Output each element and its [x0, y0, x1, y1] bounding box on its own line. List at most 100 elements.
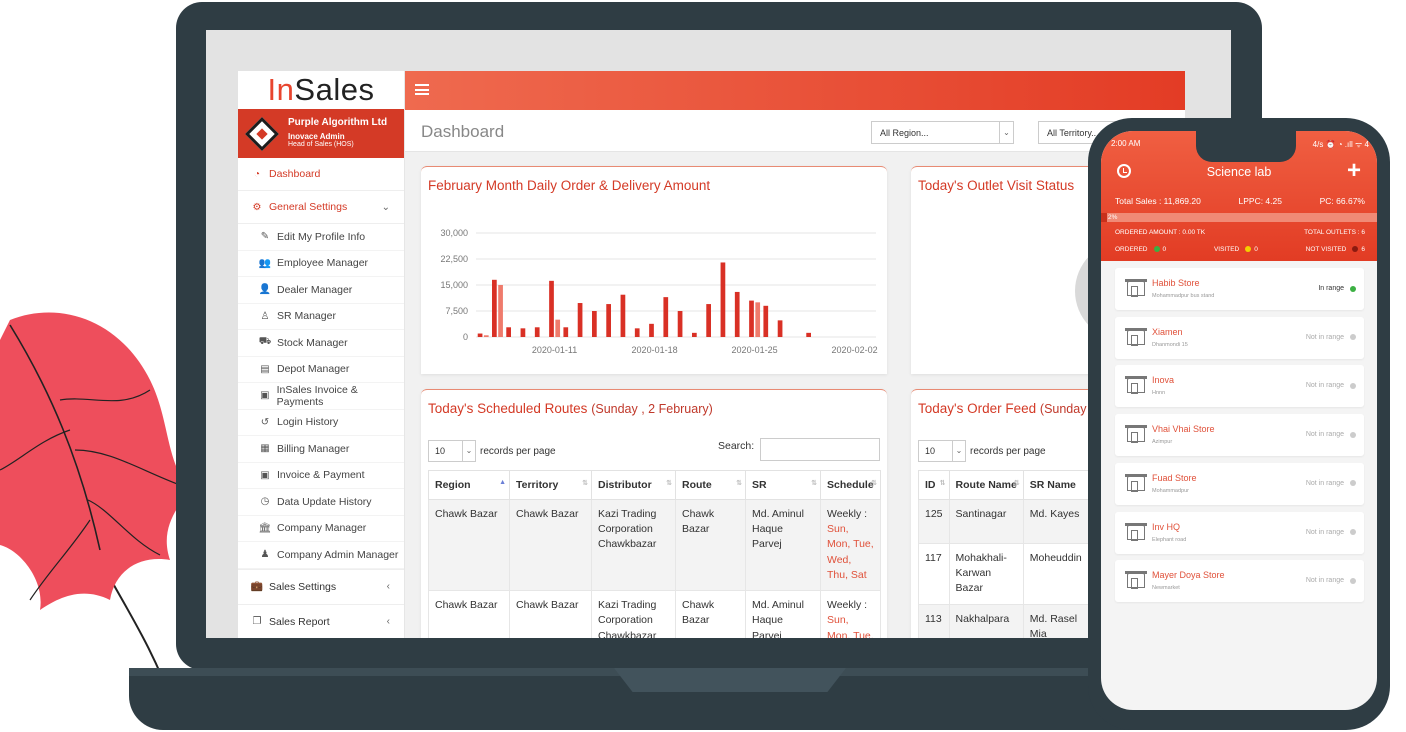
- store-name: Vhai Vhai Store: [1152, 424, 1215, 435]
- status-dot-icon: [1350, 529, 1356, 535]
- sort-asc-icon: ▲: [499, 479, 506, 486]
- sidebar-item-label: Company Manager: [277, 522, 367, 535]
- region-select[interactable]: All Region... ⌄: [871, 121, 1014, 144]
- page-length-value: 10: [435, 446, 446, 456]
- store-card[interactable]: Inv HQ Elephant road Not in range: [1115, 511, 1364, 554]
- page-length-select[interactable]: 10 ⌄: [428, 440, 476, 462]
- store-name: Habib Store: [1152, 278, 1200, 288]
- sidebar-item-depot-manager[interactable]: ▤ Depot Manager: [238, 357, 404, 383]
- sidebar-item-sales-report[interactable]: ❐ Sales Report ‹: [238, 603, 404, 639]
- table-row[interactable]: 113 Nakhalpara Md. Rasel Mia: [918, 603, 1104, 638]
- cell-route-name: Mohakhali-Karwan Bazar: [948, 543, 1024, 605]
- sidebar-item-label: Invoice & Payment: [277, 469, 365, 482]
- table-row[interactable]: Chawk Bazar Chawk Bazar Kazi Trading Cor…: [428, 498, 881, 592]
- sidebar-item-stock-manager[interactable]: ⛟ Stock Manager: [238, 330, 404, 357]
- cell-territory: Chawk Bazar: [509, 590, 592, 638]
- cogs-icon: ⚙: [252, 201, 262, 213]
- sidebar-item-sr-manager[interactable]: ♙ SR Manager: [238, 304, 404, 330]
- store-card[interactable]: Habib Store Mohammadpur bus stand In range: [1115, 268, 1364, 310]
- store-icon: [1125, 376, 1147, 395]
- leaf-illustration: [0, 312, 190, 711]
- column-header-distributor[interactable]: Distributor ⇅: [591, 470, 676, 500]
- cell-region: Chawk Bazar: [428, 590, 510, 638]
- store-card[interactable]: Inova Hnnn Not in range: [1115, 365, 1364, 408]
- column-header-region[interactable]: Region ▲: [428, 470, 510, 500]
- dark-red-dot-icon: [1352, 246, 1359, 253]
- sort-icon: ⇅: [1013, 480, 1020, 487]
- scheduled-routes-card: Today's Scheduled Routes (Sunday , 2 Feb…: [421, 389, 887, 638]
- bar: [592, 311, 597, 337]
- add-icon[interactable]: +: [1347, 159, 1361, 183]
- page-title: Dashboard: [421, 122, 505, 141]
- cell-route-name: Nakhalpara: [948, 603, 1024, 638]
- store-card[interactable]: Fuad Store Mohammadpur Not in range: [1115, 462, 1364, 505]
- sidebar-item-billing-manager[interactable]: ▦ Billing Manager: [238, 436, 404, 463]
- insales-logo[interactable]: In Sales: [238, 71, 404, 109]
- y-tick-label: 15,000: [440, 280, 468, 290]
- store-icon: [1125, 473, 1147, 492]
- bar: [677, 311, 683, 337]
- column-header-territory[interactable]: Territory ⇅: [509, 470, 592, 500]
- card-title-date: (Sunday , 2 February): [591, 402, 713, 416]
- tachometer-icon: ◔: [253, 168, 261, 180]
- schedule-label: Weekly :: [827, 599, 868, 612]
- progress-label: 2%: [1108, 214, 1118, 221]
- table-row[interactable]: 117 Mohakhali-Karwan Bazar Moheuddin: [918, 543, 1104, 605]
- sidebar-item-insales-invoice[interactable]: ▣ InSales Invoice & Payments: [238, 383, 404, 410]
- table-row[interactable]: Chawk Bazar Chawk Bazar Kazi Trading Cor…: [428, 590, 881, 638]
- sidebar-item-label: General Settings: [269, 201, 348, 213]
- column-header-id[interactable]: ID ⇅: [918, 470, 950, 500]
- bar: [755, 302, 761, 337]
- x-tick-label: 2020-02-02: [832, 345, 878, 355]
- bar: [506, 327, 511, 337]
- bar: [634, 328, 640, 337]
- sidebar-item-label: Dealer Manager: [277, 283, 353, 296]
- sidebar-item-company-admin-manager[interactable]: ♟ Company Admin Manager: [238, 542, 404, 569]
- table-row[interactable]: 125 Santinagar Md. Kayes: [918, 499, 1104, 544]
- sidebar-item-label: Company Admin Manager: [277, 548, 399, 561]
- sidebar-item-sales-settings[interactable]: 💼 Sales Settings ‹: [238, 568, 404, 604]
- column-header-route[interactable]: Route ⇅: [675, 470, 746, 500]
- store-card[interactable]: Xiamen Dhanmondi 15 Not in range: [1115, 316, 1364, 359]
- company-name: Purple Algorithm Ltd: [288, 117, 388, 129]
- store-name: Mayer Doya Store: [1152, 570, 1225, 581]
- sidebar-item-dealer-manager[interactable]: 👤 Dealer Manager: [238, 277, 404, 304]
- column-header-route-name[interactable]: Route Name ⇅: [948, 470, 1024, 500]
- sidebar-item-company-manager[interactable]: 🏛 Company Manager: [238, 516, 404, 542]
- sidebar-item-general-settings[interactable]: ⚙ General Settings ⌄: [238, 191, 404, 224]
- sidebar-item-data-update-history[interactable]: ◷ Data Update History: [238, 489, 404, 516]
- sidebar-item-label: Data Update History: [277, 495, 372, 508]
- bar: [749, 300, 754, 337]
- column-header-schedule[interactable]: Schedule ⇅: [820, 470, 881, 500]
- briefcase-icon: 💼: [250, 581, 264, 592]
- bar: [492, 279, 497, 337]
- sidebar-item-login-history[interactable]: ↺ Login History: [238, 410, 404, 436]
- column-header-sr[interactable]: SR ⇅: [745, 470, 821, 500]
- green-dot-icon: [1153, 246, 1160, 253]
- sidebar-item-label: Sales Settings: [269, 580, 337, 593]
- bar: [563, 327, 569, 337]
- search-input[interactable]: [760, 438, 880, 461]
- profile-panel[interactable]: Purple Algorithm Ltd Inovace Admin Head …: [238, 109, 404, 158]
- store-card[interactable]: Mayer Doya Store Newmarket Not in range: [1115, 560, 1364, 603]
- lppc: LPPC: 4.25: [1238, 196, 1282, 206]
- store-icon: [1125, 279, 1147, 297]
- sidebar-item-edit-profile[interactable]: ✎ Edit My Profile Info: [238, 224, 404, 251]
- sidebar-item-label: Dashboard: [269, 168, 321, 180]
- sidebar-item-employee-manager[interactable]: 👥 Employee Manager: [238, 251, 404, 277]
- schedule-label: Weekly :: [827, 508, 868, 520]
- region-select-value: All Region...: [880, 128, 929, 138]
- insales-web-app: In Sales Purple Algorithm Ltd Inovace Adm…: [238, 71, 1185, 638]
- store-icon: [1125, 522, 1147, 541]
- store-card[interactable]: Vhai Vhai Store Azimpur Not in range: [1115, 414, 1364, 457]
- page-length-select[interactable]: 10 ⌄: [918, 440, 966, 462]
- sort-icon: ⇅: [939, 480, 946, 487]
- cell-route-name: Santinagar: [948, 499, 1024, 544]
- card-title: Today's Order Feed (Sunday: [918, 401, 1086, 416]
- hamburger-menu-icon[interactable]: [415, 84, 429, 95]
- ordered-counter: ORDERED 0: [1115, 246, 1167, 253]
- sidebar-item-invoice-payment[interactable]: ▣ Invoice & Payment: [238, 463, 404, 489]
- sidebar-item-dashboard[interactable]: ◔ Dashboard: [238, 158, 404, 191]
- bar: [620, 294, 626, 337]
- laptop-trackpad-notch: [614, 668, 846, 692]
